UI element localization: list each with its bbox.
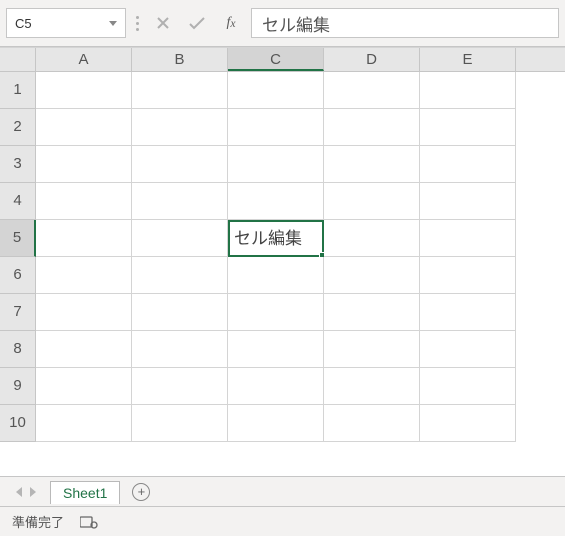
cell[interactable] — [36, 109, 132, 146]
cell[interactable] — [420, 257, 516, 294]
column-headers: A B C D E — [0, 48, 565, 72]
row-header[interactable]: 5 — [0, 220, 36, 257]
row-header[interactable]: 1 — [0, 72, 36, 109]
select-all-corner[interactable] — [0, 48, 36, 71]
cell[interactable] — [324, 183, 420, 220]
cell[interactable] — [324, 72, 420, 109]
column-header[interactable]: B — [132, 48, 228, 71]
cell[interactable] — [228, 368, 324, 405]
cell[interactable] — [324, 294, 420, 331]
cancel-icon[interactable] — [149, 9, 177, 37]
cell[interactable] — [36, 405, 132, 442]
cell[interactable] — [228, 146, 324, 183]
cell[interactable] — [36, 368, 132, 405]
next-sheet-icon[interactable] — [30, 487, 36, 497]
cell[interactable] — [420, 146, 516, 183]
cell[interactable] — [420, 183, 516, 220]
formula-bar: C5 fx セル編集 — [0, 0, 565, 47]
cell[interactable] — [324, 257, 420, 294]
cell[interactable] — [132, 368, 228, 405]
cell[interactable] — [132, 405, 228, 442]
row-header[interactable]: 4 — [0, 183, 36, 220]
cell-value: セル編集 — [234, 229, 302, 248]
enter-icon[interactable] — [183, 9, 211, 37]
row-header[interactable]: 8 — [0, 331, 36, 368]
cell[interactable] — [420, 331, 516, 368]
column-header[interactable]: A — [36, 48, 132, 71]
cell[interactable] — [228, 72, 324, 109]
cell[interactable] — [228, 331, 324, 368]
cell[interactable] — [324, 331, 420, 368]
formula-input-value: セル編集 — [262, 11, 330, 36]
cell[interactable] — [228, 257, 324, 294]
row-header[interactable]: 6 — [0, 257, 36, 294]
chevron-down-icon — [109, 21, 117, 26]
cell[interactable] — [420, 72, 516, 109]
column-header[interactable]: C — [228, 48, 324, 71]
name-box[interactable]: C5 — [6, 8, 126, 38]
cell[interactable] — [36, 183, 132, 220]
cell[interactable] — [36, 220, 132, 257]
cell[interactable] — [420, 405, 516, 442]
tab-nav — [6, 487, 46, 497]
cell[interactable] — [420, 109, 516, 146]
cell[interactable] — [132, 72, 228, 109]
cell[interactable] — [324, 109, 420, 146]
cell[interactable] — [228, 183, 324, 220]
cell[interactable] — [324, 405, 420, 442]
cell[interactable] — [420, 220, 516, 257]
cell[interactable] — [228, 294, 324, 331]
cell[interactable] — [132, 331, 228, 368]
status-text: 準備完了 — [12, 512, 64, 531]
row-header[interactable]: 2 — [0, 109, 36, 146]
cell[interactable] — [132, 146, 228, 183]
row-header[interactable]: 7 — [0, 294, 36, 331]
row-header[interactable]: 10 — [0, 405, 36, 442]
prev-sheet-icon[interactable] — [16, 487, 22, 497]
sheet-tab[interactable]: Sheet1 — [50, 481, 120, 504]
formula-input[interactable]: セル編集 — [251, 8, 559, 38]
fx-icon[interactable]: fx — [217, 9, 245, 37]
cell[interactable] — [228, 109, 324, 146]
drag-handle-icon — [132, 16, 143, 31]
spreadsheet-grid: A B C D E 1 2 3 4 5 セル編集 6 7 8 9 10 — [0, 47, 565, 476]
column-header[interactable]: E — [420, 48, 516, 71]
row-header[interactable]: 9 — [0, 368, 36, 405]
grid-rows: 1 2 3 4 5 セル編集 6 7 8 9 10 — [0, 72, 565, 476]
cell[interactable] — [36, 331, 132, 368]
macro-record-icon[interactable] — [80, 515, 98, 529]
cell[interactable] — [36, 72, 132, 109]
sheet-tab-bar: Sheet1 + — [0, 476, 565, 506]
cell[interactable] — [420, 368, 516, 405]
column-header[interactable]: D — [324, 48, 420, 71]
cell-selected[interactable]: セル編集 — [228, 220, 324, 257]
cell[interactable] — [324, 368, 420, 405]
cell[interactable] — [36, 257, 132, 294]
status-bar: 準備完了 — [0, 506, 565, 536]
cell[interactable] — [132, 257, 228, 294]
cell[interactable] — [228, 405, 324, 442]
row-header[interactable]: 3 — [0, 146, 36, 183]
cell[interactable] — [324, 220, 420, 257]
cell[interactable] — [36, 146, 132, 183]
cell[interactable] — [132, 294, 228, 331]
cell[interactable] — [132, 109, 228, 146]
cell[interactable] — [36, 294, 132, 331]
cell[interactable] — [132, 220, 228, 257]
cell[interactable] — [132, 183, 228, 220]
cell[interactable] — [420, 294, 516, 331]
add-sheet-button[interactable]: + — [132, 483, 150, 501]
cell[interactable] — [324, 146, 420, 183]
name-box-value: C5 — [15, 16, 32, 31]
